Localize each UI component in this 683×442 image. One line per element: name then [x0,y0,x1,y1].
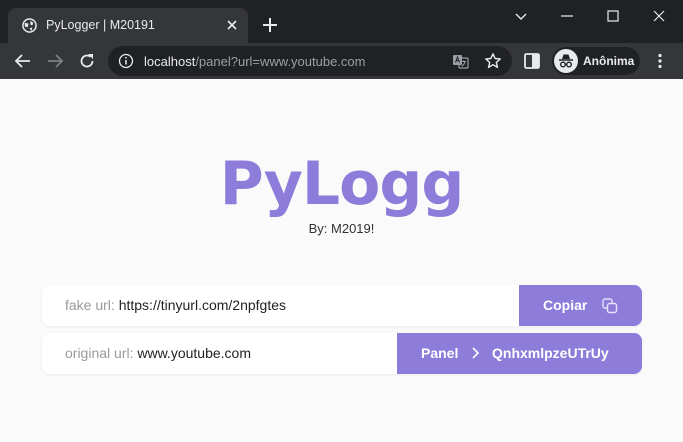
original-url-row: original url: www.youtube.com Panel Qnhx… [42,333,642,374]
browser-toolbar: localhost/panel?url=www.youtube.com Anôn… [0,43,683,79]
chevron-right-icon [472,347,480,359]
url-host: localhost [144,54,196,69]
fake-url-field[interactable]: fake url: https://tinyurl.com/2npfgtes [65,297,286,313]
avatar [554,49,578,73]
star-icon[interactable] [484,52,502,70]
url-path: /panel?url=www.youtube.com [195,54,366,69]
original-url-label: original url: [65,345,134,361]
byline: By: M2019! [308,221,375,236]
fake-url-value: https://tinyurl.com/2npfgtes [118,297,287,313]
tab-title: PyLogger | M20191 [46,18,155,32]
reload-icon[interactable] [78,52,96,70]
panel-button[interactable]: Panel QnhxmlpzeUTrUy [397,333,642,374]
original-url-value: www.youtube.com [137,345,251,361]
tab-strip: PyLogger | M20191 [0,0,683,43]
translate-icon[interactable] [452,53,469,70]
panel-code: QnhxmlpzeUTrUy [492,345,609,361]
forward-arrow-icon[interactable] [46,52,64,70]
incognito-profile-button[interactable]: Anônima [552,47,640,75]
globe-icon [22,18,37,33]
address-bar[interactable]: localhost/panel?url=www.youtube.com [108,46,512,76]
copy-button[interactable]: Copiar [519,285,642,326]
chevron-down-icon[interactable] [511,6,531,26]
profile-label: Anônima [583,54,635,68]
page-content: PyLogg By: M2019! fake url: https://tiny… [0,79,683,442]
side-panel-icon[interactable] [523,52,541,70]
close-icon[interactable] [649,6,669,26]
original-url-field[interactable]: original url: www.youtube.com [65,345,251,361]
maximize-icon[interactable] [603,6,623,26]
copy-button-label: Copiar [543,297,588,313]
info-icon[interactable] [118,53,134,69]
fake-url-label: fake url: [65,297,115,313]
more-vert-icon[interactable] [651,52,669,70]
plus-icon[interactable] [261,16,279,34]
incognito-icon [559,54,573,68]
minimize-icon[interactable] [557,6,577,26]
browser-tab[interactable]: PyLogger | M20191 [8,8,248,43]
url-text[interactable]: localhost/panel?url=www.youtube.com [144,54,366,69]
panel-button-label: Panel [421,345,459,361]
back-arrow-icon[interactable] [14,52,32,70]
page-logo: PyLogg [219,149,465,219]
close-icon[interactable] [224,17,240,33]
copy-icon [602,298,618,314]
fake-url-row: fake url: https://tinyurl.com/2npfgtes C… [42,285,642,326]
